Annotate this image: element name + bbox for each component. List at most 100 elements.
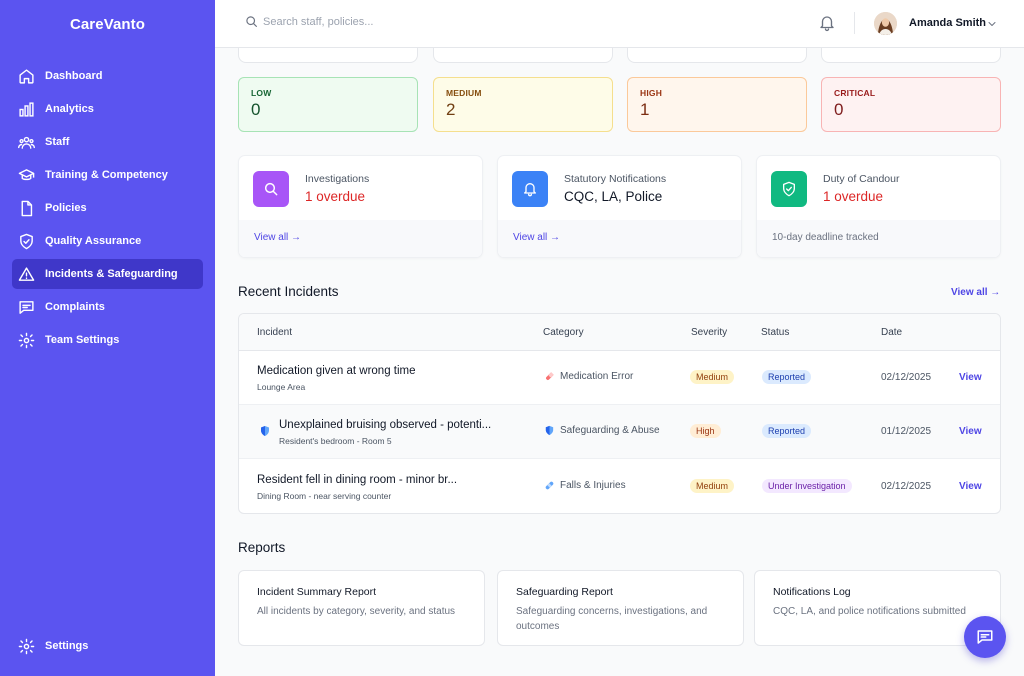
- shield-icon: [545, 425, 554, 436]
- sidebar-item-label: Quality Assurance: [45, 235, 142, 247]
- sidebar-item-label: Incidents & Safeguarding: [45, 268, 178, 280]
- column-header[interactable]: Incident: [257, 327, 292, 338]
- sidebar-item-label: Complaints: [45, 301, 105, 313]
- report-card-incident-summary[interactable]: Incident Summary Report All incidents by…: [238, 570, 485, 646]
- status-badge: Reported: [762, 424, 812, 438]
- view-all-link[interactable]: View all →: [498, 220, 741, 257]
- incident-title: Resident fell in dining room - minor br.…: [257, 474, 458, 486]
- sidebar-item-policies[interactable]: Policies: [12, 193, 203, 223]
- sidebar-item-staff[interactable]: Staff: [12, 127, 203, 157]
- card-edge: [821, 48, 1001, 63]
- report-title: Safeguarding Report: [516, 586, 613, 598]
- sidebar-item-label: Training & Competency: [45, 169, 168, 181]
- bell-icon: [512, 171, 548, 207]
- report-card-safeguarding[interactable]: Safeguarding Report Safeguarding concern…: [497, 570, 744, 646]
- search-icon: [253, 171, 289, 207]
- incident-title: Medication given at wrong time: [257, 365, 416, 377]
- report-description: Safeguarding concerns, investigations, a…: [516, 606, 708, 632]
- severity-card-high[interactable]: HIGH 1: [627, 77, 807, 132]
- column-header[interactable]: Date: [881, 327, 902, 338]
- incident-date: 02/12/2025: [881, 481, 932, 492]
- avatar[interactable]: [874, 12, 897, 35]
- incident-location: Lounge Area: [257, 382, 306, 392]
- severity-count: 0: [834, 100, 844, 119]
- table-row[interactable]: Resident fell in dining room - minor br.…: [239, 460, 1000, 513]
- view-incident-link[interactable]: View: [959, 481, 982, 492]
- incident-date: 01/12/2025: [881, 426, 932, 437]
- view-all-link[interactable]: View all →: [239, 220, 482, 257]
- search-placeholder: Search staff, policies...: [263, 15, 374, 28]
- sidebar-item-label: Analytics: [45, 103, 94, 115]
- main-content: LOW 0 MEDIUM 2 HIGH 1 CRITICAL 0 Investi…: [215, 48, 1024, 676]
- sidebar-item-training[interactable]: Training & Competency: [12, 160, 203, 190]
- chat-button[interactable]: [964, 616, 1006, 658]
- severity-card-low[interactable]: LOW 0: [238, 77, 418, 132]
- section-title-recent-incidents: Recent Incidents: [238, 284, 339, 299]
- status-badge: Under Investigation: [762, 479, 852, 493]
- report-title: Notifications Log: [773, 586, 851, 598]
- message-icon: [19, 300, 34, 314]
- app-logo[interactable]: CareVanto: [0, 16, 215, 33]
- search-icon: [246, 16, 257, 27]
- investigations-card: Investigations 1 overdue View all →: [238, 155, 483, 258]
- card-edge: [433, 48, 613, 63]
- sidebar: CareVanto Dashboard Analytics Staff Trai…: [0, 0, 215, 676]
- warning-triangle-icon: [18, 266, 35, 281]
- incidents-view-all-link[interactable]: View all →: [951, 287, 1000, 298]
- chevron-down-icon[interactable]: [986, 18, 998, 30]
- report-title: Incident Summary Report: [257, 586, 377, 598]
- users-icon: [18, 136, 35, 149]
- deadline-note: 10-day deadline tracked: [757, 220, 1000, 257]
- bar-chart-icon: [19, 101, 34, 117]
- graduation-cap-icon: [18, 168, 35, 180]
- user-name[interactable]: Amanda Smith: [909, 17, 986, 29]
- view-incident-link[interactable]: View: [959, 426, 982, 437]
- severity-badge: Medium: [690, 370, 735, 384]
- bandage-icon: [545, 481, 554, 490]
- statutory-notifications-card: Statutory Notifications CQC, LA, Police …: [497, 155, 742, 258]
- column-header[interactable]: Severity: [691, 327, 727, 338]
- severity-card-critical[interactable]: CRITICAL 0: [821, 77, 1001, 132]
- severity-count: 2: [446, 100, 456, 119]
- document-icon: [21, 200, 33, 216]
- section-title-reports: Reports: [238, 540, 286, 555]
- sidebar-item-incidents[interactable]: Incidents & Safeguarding: [12, 259, 203, 289]
- incident-date: 02/12/2025: [881, 372, 932, 383]
- duty-of-candour-card: Duty of Candour 1 overdue 10-day deadlin…: [756, 155, 1001, 258]
- sidebar-item-team-settings[interactable]: Team Settings: [12, 325, 203, 355]
- severity-card-medium[interactable]: MEDIUM 2: [433, 77, 613, 132]
- shield-check-icon: [20, 233, 33, 249]
- card-value: 1 overdue: [823, 189, 884, 204]
- card-title: Duty of Candour: [823, 173, 900, 185]
- category-label: Medication Error: [560, 371, 634, 382]
- severity-label: CRITICAL: [834, 88, 876, 98]
- notification-bell-icon[interactable]: [818, 14, 836, 32]
- sidebar-nav: Dashboard Analytics Staff Training & Com…: [12, 61, 203, 358]
- report-description: CQC, LA, and police notifications submit…: [773, 606, 966, 617]
- sidebar-item-analytics[interactable]: Analytics: [12, 94, 203, 124]
- column-header[interactable]: Category: [543, 327, 584, 338]
- severity-label: LOW: [251, 88, 272, 98]
- sidebar-item-label: Team Settings: [45, 334, 120, 346]
- severity-count: 1: [640, 100, 650, 119]
- column-header[interactable]: Status: [761, 327, 789, 338]
- card-title: Investigations: [305, 173, 370, 185]
- sidebar-item-dashboard[interactable]: Dashboard: [12, 61, 203, 91]
- incident-location: Dining Room - near serving counter: [257, 491, 392, 501]
- table-row[interactable]: Unexplained bruising observed - potenti.…: [239, 405, 1000, 459]
- view-incident-link[interactable]: View: [959, 372, 982, 383]
- category-label: Safeguarding & Abuse: [560, 425, 660, 436]
- card-edge: [627, 48, 807, 63]
- sidebar-item-complaints[interactable]: Complaints: [12, 292, 203, 322]
- sidebar-item-quality-assurance[interactable]: Quality Assurance: [12, 226, 203, 256]
- table-row[interactable]: Medication given at wrong time Lounge Ar…: [239, 351, 1000, 405]
- top-header: Search staff, policies... Amanda Smith: [215, 0, 1024, 48]
- severity-badge: Medium: [690, 479, 735, 493]
- category-cell: Falls & Injuries: [544, 480, 626, 491]
- sidebar-item-label: Policies: [45, 202, 87, 214]
- search-input[interactable]: Search staff, policies...: [245, 15, 373, 28]
- user-photo: [874, 12, 897, 35]
- report-description: All incidents by category, severity, and…: [257, 606, 456, 617]
- sidebar-item-settings[interactable]: Settings: [12, 631, 203, 661]
- table-header: Incident Category Severity Status Date: [239, 314, 1000, 351]
